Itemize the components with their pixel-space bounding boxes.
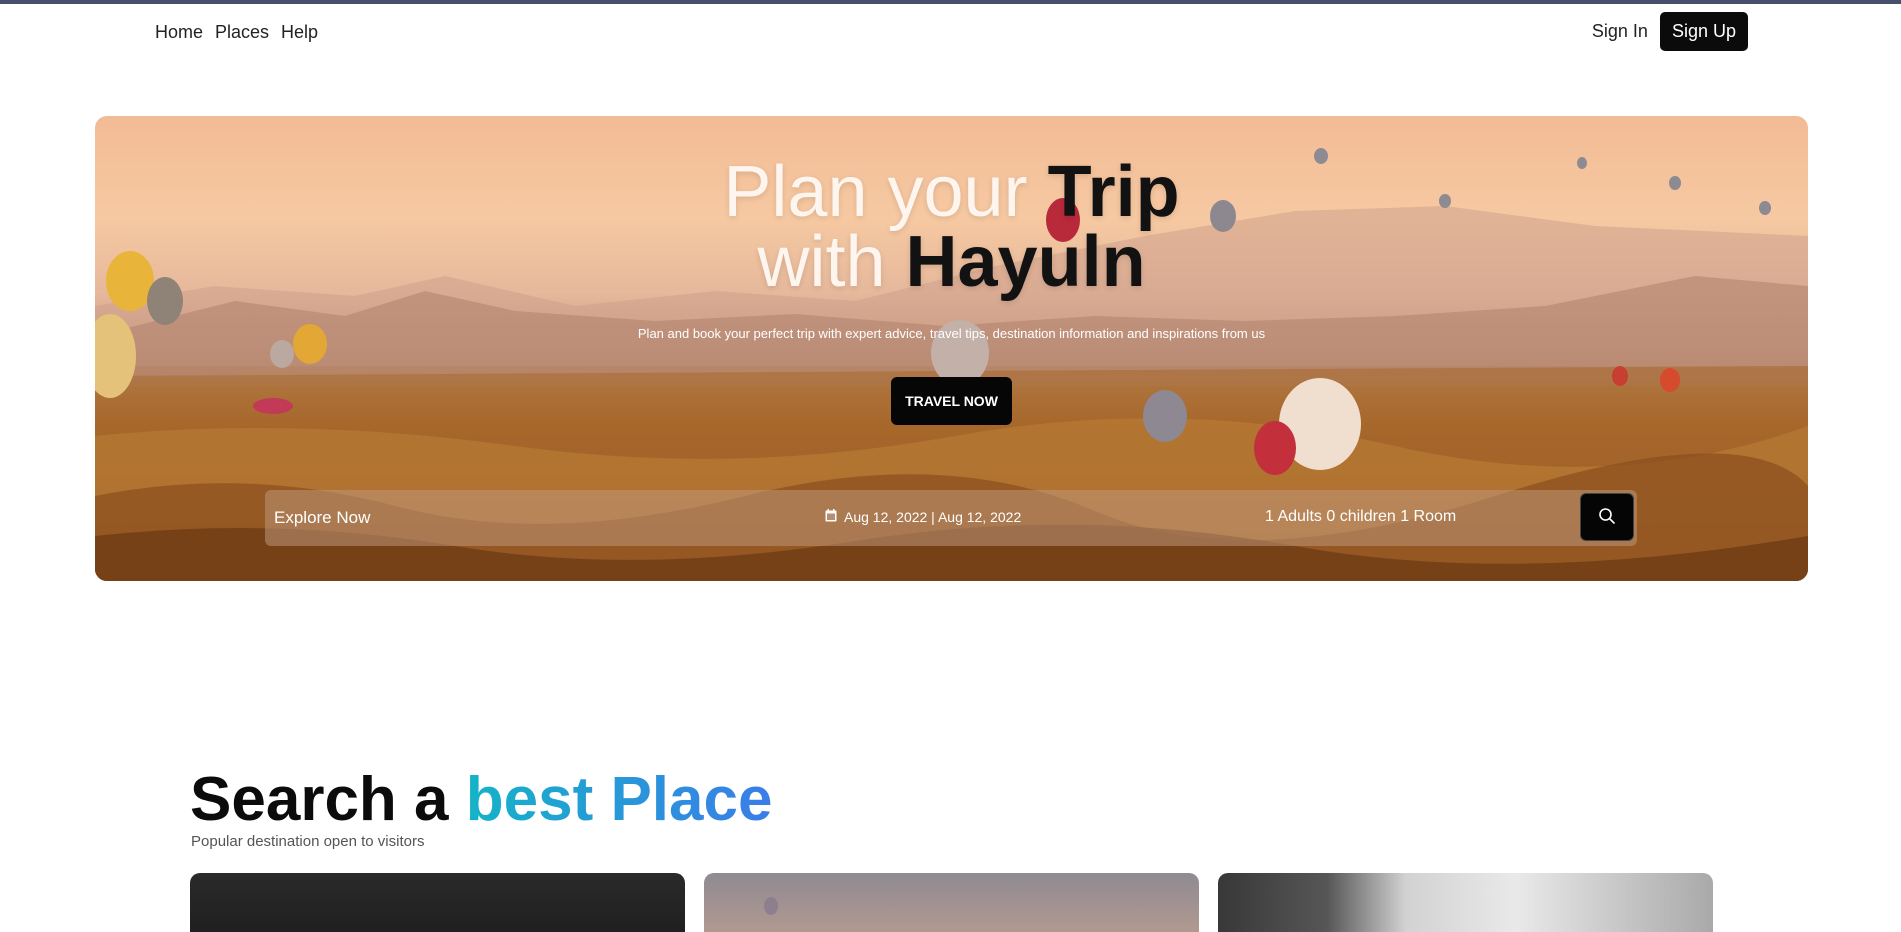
- auth-area: Sign In Sign Up: [1592, 12, 1748, 51]
- explore-input[interactable]: [274, 508, 674, 528]
- nav-link-home[interactable]: Home: [155, 22, 203, 43]
- sign-up-button[interactable]: Sign Up: [1659, 12, 1748, 51]
- section-title-highlight: best Place: [465, 765, 773, 834]
- hero-title-line2: with Hayuln: [95, 226, 1808, 298]
- balloon-image: [764, 897, 778, 915]
- hero-title-light-1: Plan your: [723, 152, 1048, 232]
- place-card[interactable]: [704, 873, 1199, 932]
- hero-title-bold-2: Hayuln: [905, 222, 1146, 302]
- section-subtitle: Popular destination open to visitors: [191, 833, 425, 850]
- hero-content: Plan your Trip with Hayuln Plan and book…: [95, 116, 1808, 581]
- top-navbar: Home Places Help Sign In Sign Up: [0, 4, 1901, 60]
- hero-title-line1: Plan your Trip: [95, 156, 1808, 228]
- hero-title-light-2: with: [757, 222, 906, 302]
- nav-link-places[interactable]: Places: [215, 22, 269, 43]
- nav-links: Home Places Help: [155, 22, 318, 43]
- guests-selector[interactable]: 1 Adults 0 children 1 Room: [1265, 508, 1456, 526]
- calendar-icon: [825, 509, 837, 525]
- place-card[interactable]: [190, 873, 685, 932]
- section-title: Search a best Place: [190, 764, 772, 836]
- search-button[interactable]: [1580, 493, 1634, 541]
- hero-banner: Plan your Trip with Hayuln Plan and book…: [95, 116, 1808, 581]
- section-title-main: Search a: [190, 765, 466, 834]
- sign-in-link[interactable]: Sign In: [1592, 21, 1648, 42]
- date-range-picker[interactable]: Aug 12, 2022 | Aug 12, 2022: [825, 509, 1021, 525]
- date-range-text: Aug 12, 2022 | Aug 12, 2022: [844, 509, 1022, 525]
- travel-now-button[interactable]: TRAVEL NOW: [891, 377, 1012, 425]
- place-card[interactable]: [1218, 873, 1713, 932]
- search-bar: Aug 12, 2022 | Aug 12, 2022 1 Adults 0 c…: [265, 490, 1637, 546]
- hero-subtitle: Plan and book your perfect trip with exp…: [637, 326, 1266, 341]
- nav-link-help[interactable]: Help: [281, 22, 318, 43]
- hero-title-bold-1: Trip: [1047, 152, 1180, 232]
- search-icon: [1598, 507, 1616, 528]
